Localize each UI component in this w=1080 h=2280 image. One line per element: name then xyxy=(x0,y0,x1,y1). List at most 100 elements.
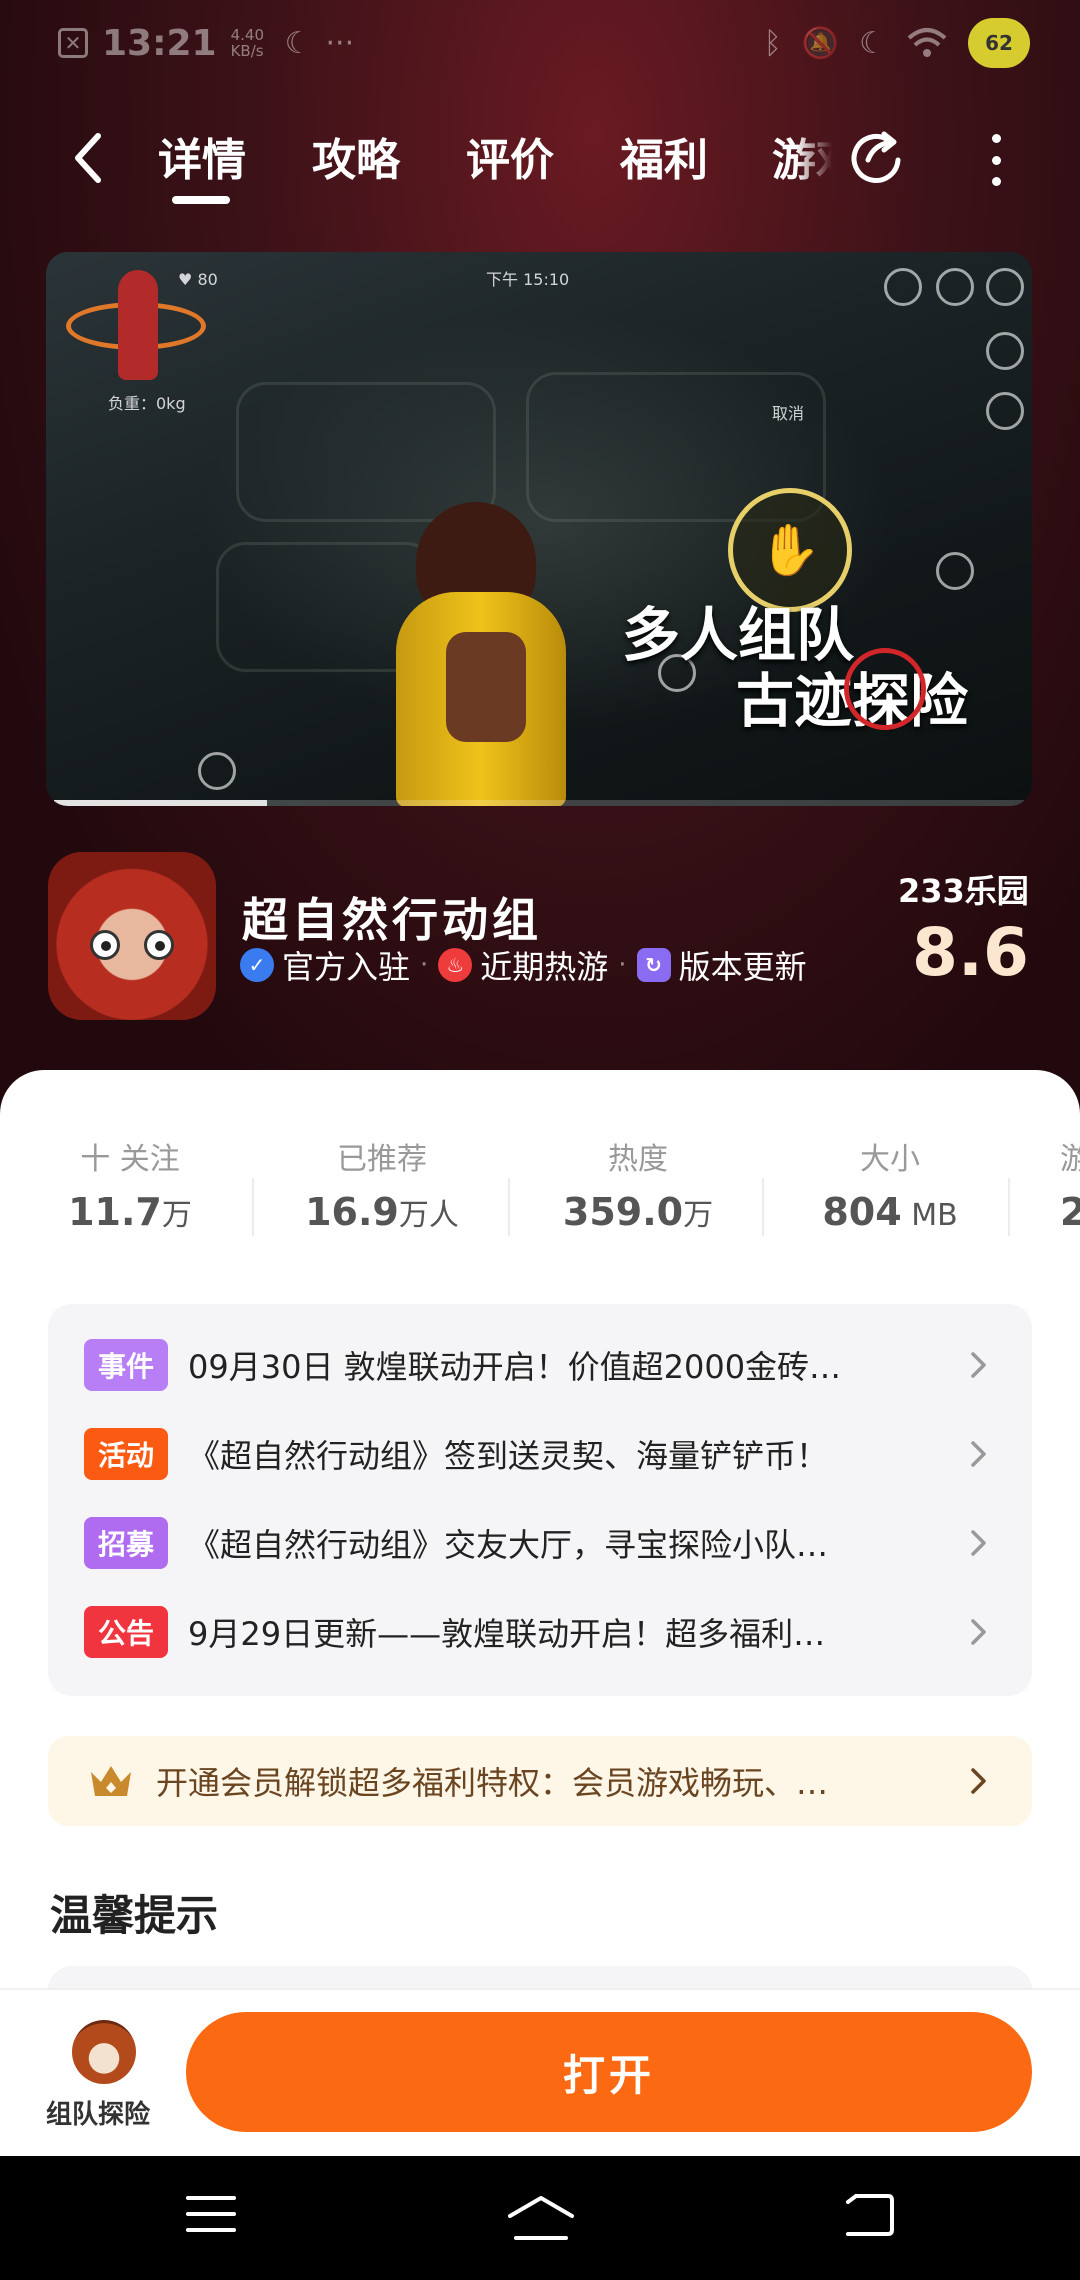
app-name: 超自然行动组 xyxy=(242,893,542,947)
stat-follow-value: 11.7万 xyxy=(30,1190,230,1234)
event-badge: 事件 xyxy=(84,1338,168,1391)
stat-divider xyxy=(762,1178,764,1236)
promo-circle-mark xyxy=(844,648,926,730)
moon-icon: ☾ xyxy=(284,25,312,61)
stat-heat-value: 359.0万 xyxy=(538,1190,738,1234)
tag-hot-label: 近期热游 xyxy=(480,948,609,986)
run-icon xyxy=(936,552,974,590)
stat-number: 804 xyxy=(822,1190,902,1234)
player-figure-icon xyxy=(118,270,158,380)
tab-reviews[interactable]: 评价 xyxy=(466,124,554,198)
battery-indicator: 62 xyxy=(968,18,1030,68)
stat-unit: MB xyxy=(901,1198,958,1233)
tag-update[interactable]: ↻ 版本更新 xyxy=(636,942,807,988)
stat-unit: 万 xyxy=(683,1198,714,1233)
notification-icon: ✕ xyxy=(58,28,88,58)
stats-row: 十 关注 11.7万 已推荐 16.9万人 热度 359.0万 大小 804 M… xyxy=(0,1134,1080,1254)
chevron-right-icon xyxy=(971,1352,986,1378)
stat-recommended: 已推荐 16.9万人 xyxy=(282,1134,482,1234)
tab-benefits[interactable]: 福利 xyxy=(620,124,708,198)
tab-partial[interactable]: 游戏 xyxy=(772,124,832,188)
stat-recommended-value: 16.9万人 xyxy=(282,1190,482,1234)
event-item[interactable]: 事件 09月30日 敦煌联动开启！价值超2000金砖… xyxy=(48,1320,1032,1409)
media-progress-track[interactable] xyxy=(54,800,1024,806)
event-badge: 招募 xyxy=(84,1516,168,1569)
map-icon xyxy=(198,752,236,790)
wifi-icon xyxy=(907,28,947,57)
mascot-avatar[interactable] xyxy=(72,2020,136,2084)
stat-size-label: 大小 xyxy=(860,1142,920,1177)
floor-tile xyxy=(236,382,496,522)
stat-heat: 热度 359.0万 xyxy=(538,1134,738,1234)
event-badge: 公告 xyxy=(84,1605,168,1658)
settings-icon xyxy=(986,268,1024,306)
stat-partial-value: 2 xyxy=(1060,1190,1080,1234)
bluetooth-icon: ᛒ xyxy=(763,25,782,61)
app-tags: ✓ 官方入驻 · ♨ 近期热游 · ↻ 版本更新 xyxy=(240,942,840,988)
more-options-icon[interactable] xyxy=(976,130,1016,190)
net-speed-unit: KB/s xyxy=(230,42,264,60)
stat-follow[interactable]: 十 关注 11.7万 xyxy=(30,1134,230,1234)
mascot-label[interactable]: 组队探险 xyxy=(46,2094,150,2131)
top-nav: 详情 攻略 评价 福利 游戏 xyxy=(0,110,1080,210)
more-status-icon: ··· xyxy=(325,25,355,61)
app-icon xyxy=(48,852,216,1020)
app-icon-eye xyxy=(90,930,120,960)
net-speed-value: 4.40 xyxy=(230,26,264,44)
event-item[interactable]: 公告 9月29日更新——敦煌联动开启！超多福利… xyxy=(48,1587,1032,1676)
menu-icon[interactable] xyxy=(186,2192,236,2236)
hud-weight: 负重：0kg xyxy=(108,394,186,413)
stat-divider xyxy=(1008,1178,1010,1236)
mic-icon xyxy=(936,268,974,306)
stat-follow-label: 十 关注 xyxy=(80,1142,180,1177)
stat-number: 16.9 xyxy=(305,1190,399,1234)
back-icon[interactable] xyxy=(64,128,114,188)
fire-icon: ♨ xyxy=(438,948,473,982)
vip-banner[interactable]: 开通会员解锁超多福利特权：会员游戏畅玩、… xyxy=(48,1736,1032,1826)
open-button[interactable]: 打开 xyxy=(186,2012,1032,2132)
rating-score: 8.6 xyxy=(912,914,1029,991)
refresh-icon: ↻ xyxy=(636,948,671,982)
status-bar: ✕ 13:21 4.40 KB/s ☾ ··· ᛒ 🔕 ☾ 62 xyxy=(0,0,1080,86)
mute-icon: 🔕 xyxy=(801,25,840,61)
status-time: 13:21 xyxy=(102,22,217,64)
stat-number: 2 xyxy=(1060,1190,1080,1234)
app-icon-eye xyxy=(144,930,174,960)
home-icon[interactable] xyxy=(506,2192,576,2242)
event-list: 事件 09月30日 敦煌联动开启！价值超2000金砖… 活动 《超自然行动组》签… xyxy=(48,1304,1032,1696)
event-badge: 活动 xyxy=(84,1427,168,1480)
tips-title: 温馨提示 xyxy=(50,1891,219,1940)
media-preview[interactable]: ♥ 80 负重：0kg 下午 15:10 取消 ✋ 多人组队 古迹探险 xyxy=(46,252,1032,806)
tag-hot[interactable]: ♨ 近期热游 xyxy=(438,942,608,988)
tag-separator: · xyxy=(618,950,627,980)
stat-recommended-label: 已推荐 xyxy=(337,1142,427,1177)
tab-guides[interactable]: 攻略 xyxy=(312,124,400,198)
chat-icon xyxy=(986,392,1024,430)
chevron-right-icon xyxy=(971,1619,986,1645)
tag-official[interactable]: ✓ 官方入驻 xyxy=(240,942,410,988)
stat-unit: 万 xyxy=(161,1198,192,1233)
tag-separator: · xyxy=(420,950,429,980)
net-speed: 4.40 KB/s xyxy=(231,27,271,59)
system-nav-bar xyxy=(0,2156,1080,2280)
crown-icon xyxy=(91,1766,131,1796)
sound-icon xyxy=(884,268,922,306)
stat-number: 359.0 xyxy=(562,1190,684,1234)
stat-partial: 游 2 xyxy=(1060,1134,1080,1234)
event-item[interactable]: 招募 《超自然行动组》交友大厅，寻宝探险小队… xyxy=(48,1498,1032,1587)
event-text: 09月30日 敦煌联动开启！价值超2000金砖… xyxy=(188,1347,842,1386)
share-icon[interactable] xyxy=(846,126,906,186)
back-nav-icon[interactable] xyxy=(842,2192,896,2238)
vip-text: 开通会员解锁超多福利特权：会员游戏畅玩、… xyxy=(156,1764,829,1802)
event-item[interactable]: 活动 《超自然行动组》签到送灵契、海量铲铲币！ xyxy=(48,1409,1032,1498)
tag-official-label: 官方入驻 xyxy=(282,948,411,986)
tab-details[interactable]: 详情 xyxy=(158,124,246,204)
verified-icon: ✓ xyxy=(240,948,274,982)
tag-update-label: 版本更新 xyxy=(678,948,807,986)
emote-icon xyxy=(986,332,1024,370)
chevron-right-icon xyxy=(971,1530,986,1556)
stat-unit: 万人 xyxy=(398,1198,459,1233)
rating-source: 233乐园 xyxy=(898,872,1029,910)
stat-heat-label: 热度 xyxy=(608,1142,668,1177)
stat-number: 11.7 xyxy=(68,1190,162,1234)
